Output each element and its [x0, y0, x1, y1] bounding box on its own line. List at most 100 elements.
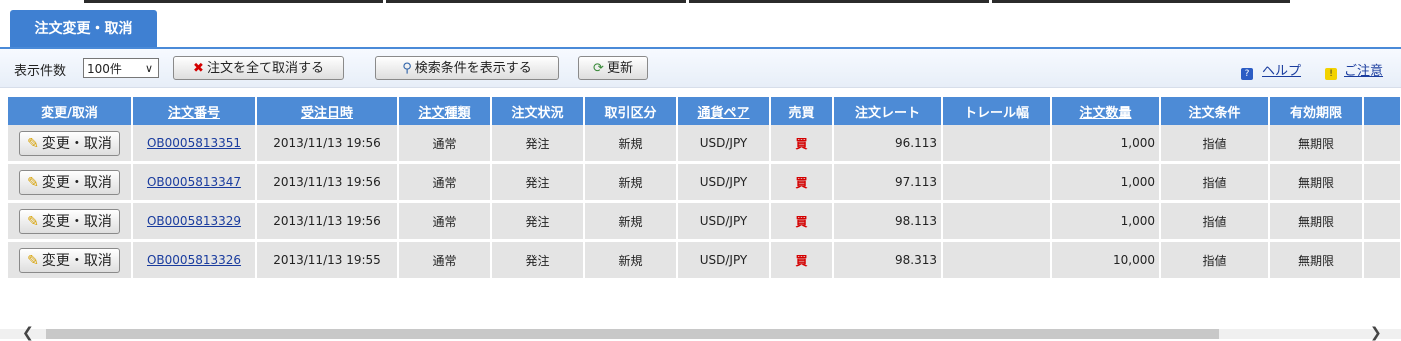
col-order-date[interactable]: 受注日時 — [256, 97, 399, 125]
tab-order-change-cancel[interactable]: 注文変更・取消 — [10, 10, 157, 47]
col-trade-kind: 取引区分 — [584, 97, 678, 125]
sort-order-type[interactable]: 注文種類 — [418, 106, 470, 121]
trail-width-cell — [942, 240, 1052, 281]
edit-cell: ✎ 変更・取消 — [8, 201, 133, 242]
refresh-icon: ⟳ — [593, 61, 604, 76]
order-number-link[interactable]: OB0005813329 — [147, 214, 241, 228]
col-overflow — [1363, 97, 1401, 125]
col-order-quantity[interactable]: 注文数量 — [1051, 97, 1161, 125]
display-count-value: 100件 — [87, 62, 122, 76]
table-row: ✎ 変更・取消 OB0005813329 2013/11/13 19:56 通常 … — [8, 201, 1401, 242]
pencil-icon: ✎ — [27, 135, 39, 152]
order-condition-cell: 指値 — [1160, 162, 1270, 203]
refresh-button[interactable]: ⟳ 更新 — [578, 56, 648, 80]
close-icon: ✖ — [193, 61, 204, 76]
pencil-icon: ✎ — [27, 213, 39, 230]
currency-pair-cell: USD/JPY — [677, 240, 771, 281]
edit-cancel-button[interactable]: ✎ 変更・取消 — [19, 169, 120, 195]
toolbar: 表示件数 100件 ∨ ✖ 注文を全て取消する ⚲ 検索条件を表示する ⟳ 更新 ? ヘ… — [0, 49, 1401, 88]
caution-link[interactable]: ご注意 — [1344, 64, 1383, 79]
edit-cell: ✎ 変更・取消 — [8, 162, 133, 203]
cancel-all-label: 注文を全て取消する — [206, 61, 324, 76]
order-rate-cell: 98.113 — [833, 201, 943, 242]
table-header-row: 変更/取消 注文番号 受注日時 注文種類 注文状況 取引区分 通貨ペア 売買 注… — [8, 97, 1401, 125]
pencil-icon: ✎ — [27, 252, 39, 269]
sort-order-date[interactable]: 受注日時 — [301, 106, 353, 121]
cancel-all-button[interactable]: ✖ 注文を全て取消する — [173, 56, 344, 80]
order-rate-cell: 98.313 — [833, 240, 943, 281]
col-order-condition: 注文条件 — [1160, 97, 1270, 125]
horizontal-scrollbar[interactable]: ❮ ❯ — [0, 325, 1401, 341]
order-type-cell: 通常 — [398, 201, 492, 242]
edit-cancel-button[interactable]: ✎ 変更・取消 — [19, 208, 120, 234]
col-order-status: 注文状況 — [491, 97, 585, 125]
sort-order-quantity[interactable]: 注文数量 — [1079, 106, 1131, 121]
order-number-link[interactable]: OB0005813326 — [147, 253, 241, 267]
order-status-cell: 発注 — [491, 162, 585, 203]
order-condition-cell: 指値 — [1160, 201, 1270, 242]
order-number-cell: OB0005813326 — [132, 240, 257, 281]
refresh-label: 更新 — [606, 61, 633, 76]
expiry-cell: 無期限 — [1269, 125, 1364, 164]
search-icon: ⚲ — [402, 61, 412, 76]
order-number-link[interactable]: OB0005813351 — [147, 136, 241, 150]
buy-sell-cell: 買 — [770, 240, 834, 281]
pencil-icon: ✎ — [27, 174, 39, 191]
edit-cancel-label: 変更・取消 — [41, 252, 112, 269]
buy-sell-cell: 買 — [770, 162, 834, 203]
expiry-cell: 無期限 — [1269, 240, 1364, 281]
col-currency-pair[interactable]: 通貨ペア — [677, 97, 771, 125]
col-order-number[interactable]: 注文番号 — [132, 97, 257, 125]
trail-width-cell — [942, 125, 1052, 164]
order-number-cell: OB0005813347 — [132, 162, 257, 203]
buy-sell-cell: 買 — [770, 201, 834, 242]
order-status-cell: 発注 — [491, 125, 585, 164]
display-count-label: 表示件数 — [14, 64, 67, 79]
col-trail-width: トレール幅 — [942, 97, 1052, 125]
order-type-cell: 通常 — [398, 240, 492, 281]
col-buy-sell: 売買 — [770, 97, 834, 125]
sort-currency-pair[interactable]: 通貨ペア — [697, 106, 749, 121]
expiry-cell: 無期限 — [1269, 201, 1364, 242]
order-rate-cell: 97.113 — [833, 162, 943, 203]
order-type-cell: 通常 — [398, 125, 492, 164]
order-date-cell: 2013/11/13 19:56 — [256, 162, 399, 203]
edit-cancel-button[interactable]: ✎ 変更・取消 — [19, 247, 120, 273]
currency-pair-cell: USD/JPY — [677, 201, 771, 242]
edit-cancel-label: 変更・取消 — [41, 213, 112, 230]
trade-kind-cell: 新規 — [584, 125, 678, 164]
table-row: ✎ 変更・取消 OB0005813326 2013/11/13 19:55 通常 … — [8, 240, 1401, 281]
display-count-select[interactable]: 100件 ∨ — [83, 58, 159, 78]
trade-kind-cell: 新規 — [584, 162, 678, 203]
chevron-down-icon: ∨ — [144, 62, 153, 75]
col-order-type[interactable]: 注文種類 — [398, 97, 492, 125]
order-quantity-cell: 1,000 — [1051, 162, 1161, 203]
sort-order-number[interactable]: 注文番号 — [168, 106, 220, 121]
show-search-button[interactable]: ⚲ 検索条件を表示する — [375, 56, 559, 80]
order-quantity-cell: 10,000 — [1051, 240, 1161, 281]
overflow-cell — [1363, 162, 1401, 203]
show-search-label: 検索条件を表示する — [414, 61, 532, 76]
edit-cancel-button[interactable]: ✎ 変更・取消 — [19, 130, 120, 156]
order-date-cell: 2013/11/13 19:56 — [256, 125, 399, 164]
edit-cell: ✎ 変更・取消 — [8, 240, 133, 281]
order-number-cell: OB0005813329 — [132, 201, 257, 242]
currency-pair-cell: USD/JPY — [677, 162, 771, 203]
col-expiry: 有効期限 — [1269, 97, 1364, 125]
help-link-group: ? ヘルプ — [1241, 60, 1301, 80]
order-quantity-cell: 1,000 — [1051, 125, 1161, 164]
trade-kind-cell: 新規 — [584, 240, 678, 281]
expiry-cell: 無期限 — [1269, 162, 1364, 203]
order-condition-cell: 指値 — [1160, 240, 1270, 281]
scrollbar-thumb[interactable] — [46, 329, 1219, 339]
table-row: ✎ 変更・取消 OB0005813351 2013/11/13 19:56 通常 … — [8, 125, 1401, 164]
order-number-link[interactable]: OB0005813347 — [147, 175, 241, 189]
order-date-cell: 2013/11/13 19:55 — [256, 240, 399, 281]
order-type-cell: 通常 — [398, 162, 492, 203]
help-link[interactable]: ヘルプ — [1262, 64, 1301, 79]
table-row: ✎ 変更・取消 OB0005813347 2013/11/13 19:56 通常 … — [8, 162, 1401, 203]
help-icon: ? — [1241, 68, 1253, 80]
caution-link-group: ! ご注意 — [1325, 60, 1383, 80]
trade-kind-cell: 新規 — [584, 201, 678, 242]
order-rate-cell: 96.113 — [833, 125, 943, 164]
